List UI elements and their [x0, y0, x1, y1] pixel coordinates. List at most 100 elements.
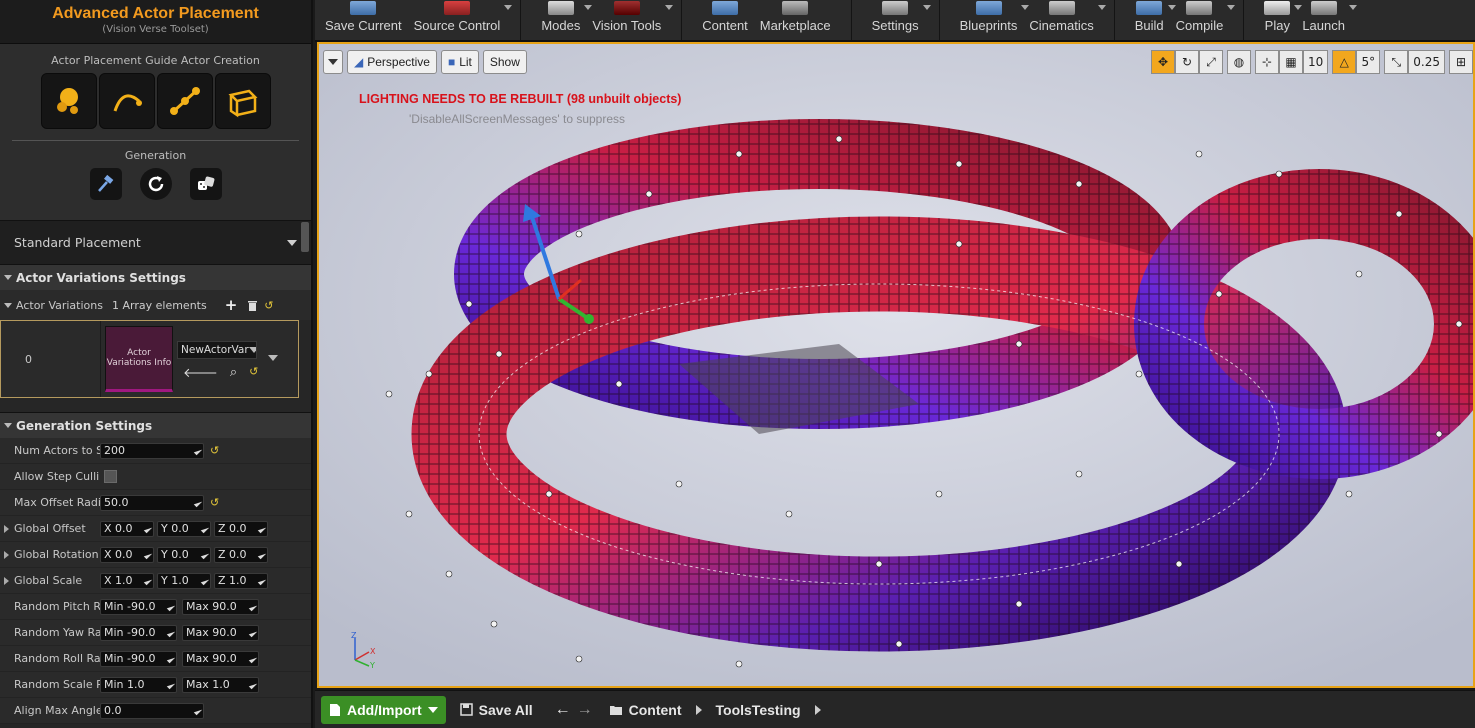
scale-snap-toggle[interactable]: ⤡ [1384, 50, 1409, 74]
chevron-down-icon[interactable] [268, 355, 278, 361]
show-button[interactable]: Show [482, 50, 527, 74]
global-offset-x[interactable]: X 0.0 [100, 520, 154, 537]
rotation-snap-toggle[interactable]: △ [1332, 50, 1357, 74]
add-element-icon[interactable]: + [225, 296, 238, 314]
line-actor-button[interactable] [156, 73, 213, 129]
randomize-button[interactable] [189, 168, 222, 200]
global-scale-z[interactable]: Z 1.0 [214, 572, 268, 589]
breadcrumb-separator-icon[interactable] [814, 704, 821, 715]
global-scale-label[interactable]: Global Scale [0, 574, 100, 587]
random-scale-min[interactable]: Min 1.0 [100, 676, 177, 693]
use-selected-icon[interactable]: 🡐 [183, 365, 218, 381]
reset-icon[interactable]: ↺ [210, 444, 219, 457]
back-arrow-icon[interactable]: ← [555, 701, 571, 719]
random-yaw-min[interactable]: Min -90.0 [100, 624, 177, 641]
modes-button[interactable]: Modes [535, 0, 593, 40]
rotate-mode-button[interactable]: ↻ [1175, 50, 1199, 74]
launch-button[interactable]: Launch [1296, 0, 1357, 40]
source-control-button[interactable]: Source Control [408, 0, 513, 40]
marketplace-button[interactable]: Marketplace [754, 0, 837, 40]
translate-mode-button[interactable]: ✥ [1151, 50, 1175, 74]
vision-tools-button[interactable]: Vision Tools [586, 0, 674, 40]
forward-arrow-icon[interactable]: → [577, 701, 593, 719]
panel-scrollbar[interactable] [301, 222, 309, 252]
blueprints-button[interactable]: Blueprints [954, 0, 1030, 40]
reset-icon[interactable]: ↺ [264, 299, 273, 312]
allow-step-checkbox[interactable] [104, 470, 117, 483]
global-rotation-label[interactable]: Global Rotation [0, 548, 100, 561]
sphere-actor-button[interactable] [40, 73, 97, 129]
placement-mode-dropdown[interactable]: Standard Placement [0, 220, 311, 264]
trash-icon[interactable] [247, 299, 258, 311]
align-angle-input[interactable]: 0.0 [100, 702, 204, 719]
random-pitch-min[interactable]: Min -90.0 [100, 598, 177, 615]
search-icon[interactable]: ⌕ [230, 365, 237, 381]
maximize-viewport-button[interactable]: ⊞ [1449, 50, 1473, 74]
rotation-snap-value[interactable]: 5° [1356, 50, 1381, 74]
align-angle-label: Align Max Angle [14, 704, 100, 717]
element-asset-select[interactable]: NewActorVar [177, 341, 257, 359]
actor-variations-header-label: Actor Variations Settings [16, 270, 186, 285]
dice-icon [197, 176, 214, 190]
scale-snap-icon: ⤡ [1391, 54, 1402, 69]
random-pitch-max[interactable]: Max 90.0 [182, 598, 259, 615]
hammer-icon [97, 174, 113, 192]
global-scale-row: Global Scale X 1.0 Y 1.0 Z 1.0 [0, 568, 311, 594]
build-toolbar-button[interactable]: Build [1129, 0, 1176, 40]
global-rotation-y[interactable]: Y 0.0 [157, 546, 211, 563]
perspective-button[interactable]: ◢ Perspective [347, 50, 437, 74]
scale-mode-button[interactable]: ⤢ [1199, 50, 1223, 74]
global-scale-y[interactable]: Y 1.0 [157, 572, 211, 589]
settings-button[interactable]: Settings [866, 0, 931, 40]
viewport-options-bar: ◢ Perspective ■ Lit Show [323, 50, 527, 74]
random-yaw-max[interactable]: Max 90.0 [182, 624, 259, 641]
level-viewport[interactable]: ◢ Perspective ■ Lit Show ✥ ↻ ⤢ ◍ ⊹ ▦ 10 △ … [317, 42, 1475, 688]
compile-button[interactable]: Compile [1170, 0, 1236, 40]
global-offset-z[interactable]: Z 0.0 [214, 520, 268, 537]
box-actor-icon [228, 89, 257, 118]
reset-icon[interactable]: ↺ [249, 365, 258, 381]
collapse-arrow-icon[interactable] [4, 302, 12, 308]
grid-snap-value[interactable]: 10 [1303, 50, 1329, 74]
breadcrumb-separator-icon[interactable] [695, 704, 702, 715]
random-scale-max[interactable]: Max 1.0 [182, 676, 259, 693]
generation-caption: Generation [124, 149, 187, 162]
world-local-button[interactable]: ◍ [1227, 50, 1251, 74]
global-rotation-x[interactable]: X 0.0 [100, 546, 154, 563]
global-rotation-z[interactable]: Z 0.0 [214, 546, 268, 563]
content-button[interactable]: Content [696, 0, 754, 40]
num-actors-input[interactable]: 200 [100, 442, 204, 459]
regenerate-button[interactable] [139, 168, 172, 200]
clapperboard-icon [1048, 1, 1075, 15]
play-button[interactable]: Play [1258, 0, 1303, 40]
viewport-menu-button[interactable] [323, 50, 343, 74]
random-pitch-row: Random Pitch Ra Min -90.0 Max 90.0 [0, 594, 311, 620]
random-roll-min[interactable]: Min -90.0 [100, 650, 177, 667]
generation-settings-header[interactable]: Generation Settings [0, 412, 311, 438]
element-thumbnail[interactable]: Actor Variations Info [105, 326, 173, 392]
save-current-button[interactable]: Save Current [319, 0, 408, 40]
max-offset-input[interactable]: 50.0 [100, 494, 204, 511]
globe-icon: ◍ [1233, 55, 1245, 69]
box-actor-button[interactable] [214, 73, 271, 129]
global-offset-y[interactable]: Y 0.0 [157, 520, 211, 537]
global-offset-label[interactable]: Global Offset [0, 522, 100, 535]
cinematics-button[interactable]: Cinematics [1023, 0, 1106, 40]
global-scale-x[interactable]: X 1.0 [100, 572, 154, 589]
add-import-button[interactable]: Add/Import [321, 695, 446, 724]
build-button[interactable] [89, 168, 122, 200]
spline-actor-button[interactable] [98, 73, 155, 129]
folder-icon [609, 705, 622, 715]
actor-variations-header[interactable]: Actor Variations Settings [0, 264, 311, 290]
content-icon [712, 1, 739, 15]
lit-button[interactable]: ■ Lit [440, 50, 479, 74]
grid-snap-toggle[interactable]: ▦ [1279, 50, 1303, 74]
save-all-button[interactable]: Save All [459, 702, 533, 718]
breadcrumb-folder[interactable]: ToolsTesting [716, 702, 801, 718]
scale-snap-value[interactable]: 0.25 [1408, 50, 1445, 74]
surface-snap-button[interactable]: ⊹ [1255, 50, 1279, 74]
reset-icon[interactable]: ↺ [210, 496, 219, 509]
random-roll-max[interactable]: Max 90.0 [182, 650, 259, 667]
section-divider [12, 140, 299, 141]
breadcrumb-content[interactable]: Content [609, 702, 682, 718]
